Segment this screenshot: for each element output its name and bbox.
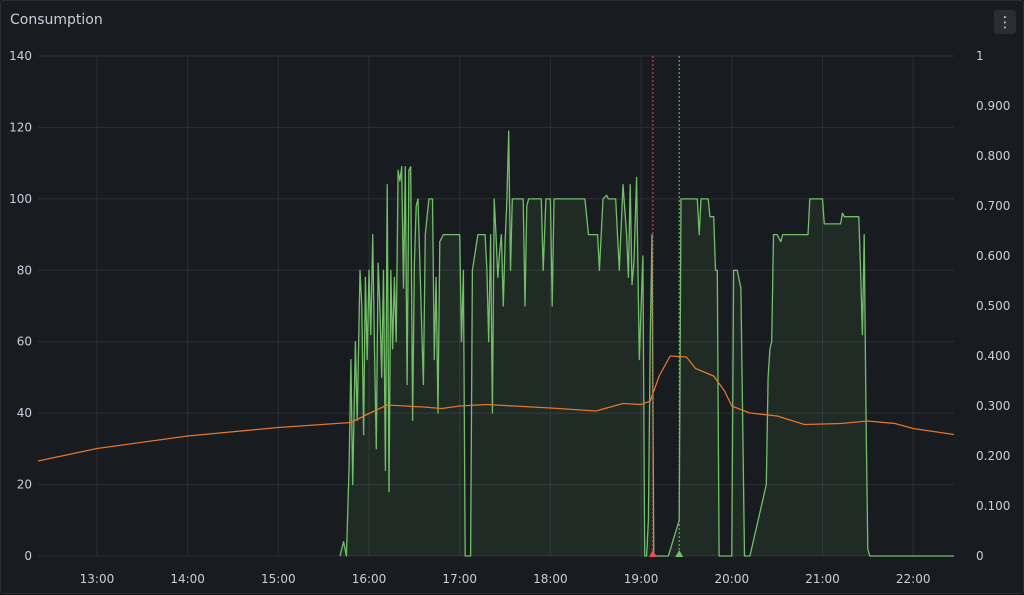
x-tick-label: 14:00 — [170, 572, 205, 586]
y-axis-left: 0 20 40 60 80 100 120 140 — [9, 49, 32, 563]
y-left-tick-label: 120 — [9, 120, 32, 134]
x-tick-label: 21:00 — [805, 572, 840, 586]
consumption-chart: 0 20 40 60 80 100 120 140 0 0.100 0.200 0.300 0.400… — [9, 49, 1010, 586]
x-tick-label: 22:00 — [896, 572, 931, 586]
y-right-tick-label: 1 — [976, 49, 984, 63]
x-tick-label: 13:00 — [80, 572, 115, 586]
x-tick-label: 17:00 — [442, 572, 477, 586]
y-right-tick-label: 0.400 — [976, 349, 1010, 363]
y-left-tick-label: 20 — [17, 478, 32, 492]
y-left-tick-label: 140 — [9, 49, 32, 63]
y-left-tick-label: 60 — [17, 335, 32, 349]
y-right-tick-label: 0.600 — [976, 249, 1010, 263]
x-tick-label: 20:00 — [715, 572, 750, 586]
y-right-tick-label: 0.900 — [976, 99, 1010, 113]
x-axis: 13:00 14:00 15:00 16:00 17:00 18:00 19:00 20:00… — [80, 572, 931, 586]
y-right-tick-label: 0.200 — [976, 449, 1010, 463]
y-right-tick-label: 0.800 — [976, 149, 1010, 163]
y-right-tick-label: 0 — [976, 549, 984, 563]
x-tick-label: 15:00 — [261, 572, 296, 586]
y-left-tick-label: 0 — [24, 549, 32, 563]
chart-annotations — [648, 56, 684, 557]
chart-series — [37, 130, 955, 557]
y-axis-right: 0 0.100 0.200 0.300 0.400 0.500 0.600 0.700 0.80… — [976, 49, 1010, 563]
series-0-area — [340, 131, 954, 556]
x-tick-label: 18:00 — [533, 572, 568, 586]
x-tick-label: 16:00 — [352, 572, 387, 586]
y-right-tick-label: 0.100 — [976, 499, 1010, 513]
y-right-tick-label: 0.700 — [976, 199, 1010, 213]
x-tick-label: 19:00 — [624, 572, 659, 586]
consumption-panel: Consumption ⋮ 0 20 40 60 80 100 120 140 0 0.100 0… — [0, 0, 1024, 594]
y-right-tick-label: 0.300 — [976, 399, 1010, 413]
y-left-tick-label: 100 — [9, 192, 32, 206]
y-left-tick-label: 80 — [17, 263, 32, 277]
y-right-tick-label: 0.500 — [976, 299, 1010, 313]
y-left-tick-label: 40 — [17, 406, 32, 420]
